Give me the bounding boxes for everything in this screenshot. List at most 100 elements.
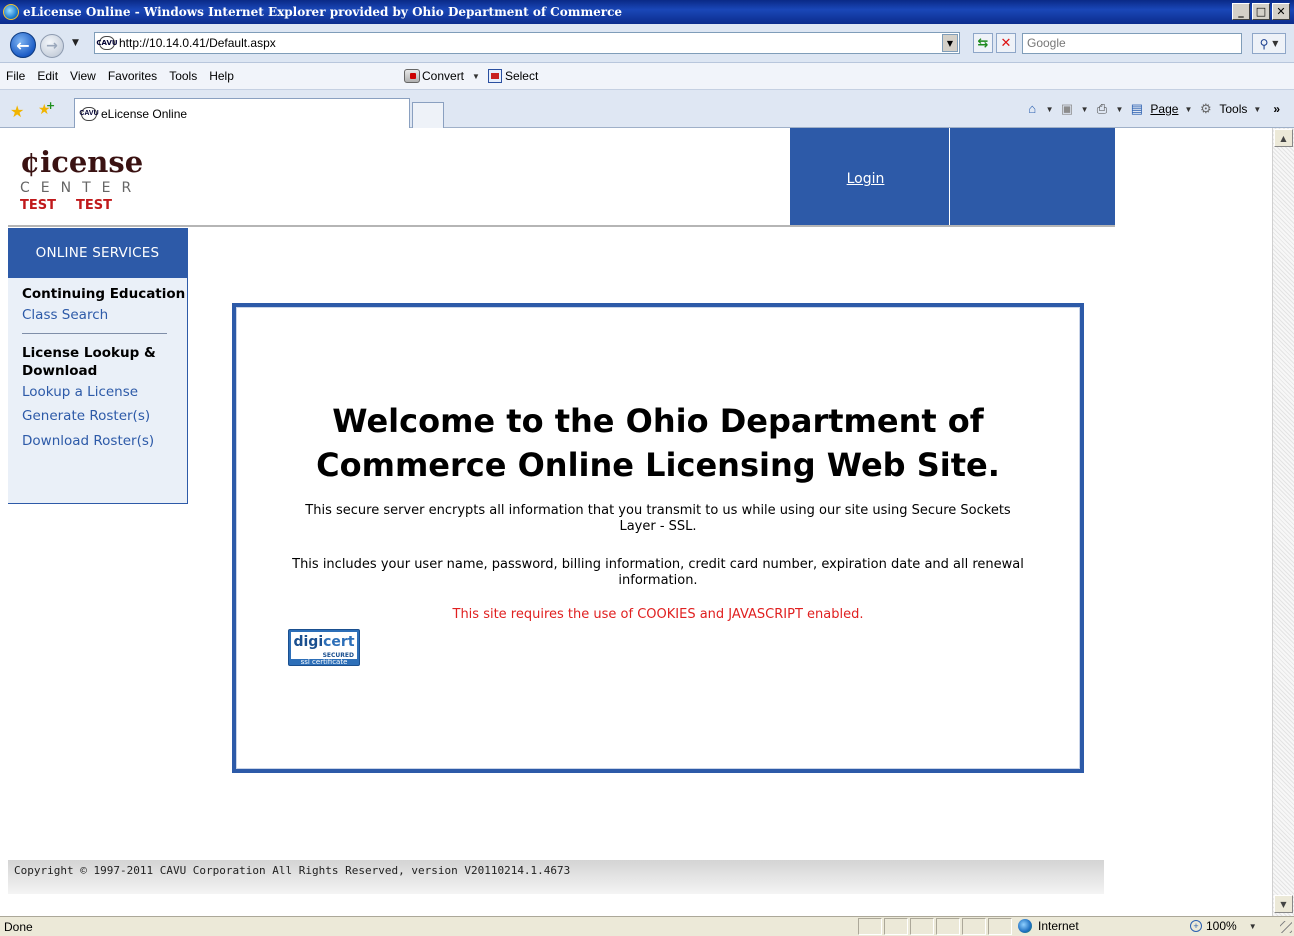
- minimize-button[interactable]: _: [1232, 3, 1250, 20]
- convert-button[interactable]: Convert: [422, 69, 464, 83]
- pdf-select-icon: [487, 69, 502, 83]
- sidebar-section-continuing-education: Continuing Education: [22, 286, 186, 302]
- zoom-control[interactable]: + 100% ▼: [1190, 919, 1257, 933]
- page-menu[interactable]: Page: [1150, 102, 1178, 116]
- status-cell: [884, 918, 908, 935]
- logo-wordmark: ¢icense: [20, 145, 144, 179]
- tab-favicon-icon: CAVU: [79, 106, 99, 121]
- welcome-heading: Welcome to the Ohio Department of Commer…: [316, 402, 1000, 484]
- internet-explorer-icon: [3, 4, 19, 20]
- page-dropdown[interactable]: ▼: [1184, 105, 1192, 114]
- sidebar-item-download-roster[interactable]: Download Roster(s): [8, 429, 187, 454]
- site-favicon-icon: CAVU: [96, 36, 118, 50]
- address-bar[interactable]: CAVU http://10.14.0.41/Default.aspx: [94, 32, 960, 54]
- new-tab-button[interactable]: [412, 102, 444, 128]
- sidebar-divider: [22, 332, 167, 334]
- status-cell: [988, 918, 1012, 935]
- window-title: eLicense Online - Windows Internet Explo…: [23, 5, 623, 19]
- status-cell: [962, 918, 986, 935]
- login-link[interactable]: Login: [790, 171, 941, 187]
- menu-help[interactable]: Help: [209, 69, 234, 83]
- sidebar-item-generate-roster[interactable]: Generate Roster(s): [8, 404, 187, 429]
- scroll-up-button[interactable]: ▲: [1274, 129, 1293, 147]
- window-title-bar: eLicense Online - Windows Internet Explo…: [0, 0, 1294, 24]
- window-controls: _ □ ✕: [1230, 3, 1290, 20]
- copyright-footer: Copyright © 1997-2011 CAVU Corporation A…: [8, 860, 1104, 894]
- cookies-warning: This site requires the use of COOKIES an…: [452, 607, 864, 622]
- logo-test-1: TEST: [20, 198, 56, 213]
- welcome-panel: Welcome to the Ohio Department of Commer…: [232, 303, 1084, 773]
- menu-favorites[interactable]: Favorites: [108, 69, 157, 83]
- zone-label: Internet: [1038, 919, 1079, 933]
- sidebar-item-class-search[interactable]: Class Search: [8, 303, 187, 328]
- logo-test-2: TEST: [75, 198, 112, 213]
- ssl-info-text: This secure server encrypts all informat…: [305, 503, 1011, 534]
- online-services-sidebar: ONLINE SERVICES Continuing Education Cla…: [8, 228, 188, 504]
- convert-dropdown[interactable]: ▼: [472, 72, 480, 81]
- vertical-scrollbar[interactable]: ▲ ▼: [1272, 128, 1294, 916]
- sidebar-item-lookup-license[interactable]: Lookup a License: [8, 380, 187, 405]
- refresh-button[interactable]: ⇆: [973, 33, 993, 53]
- feeds-icon[interactable]: ▣: [1060, 102, 1075, 116]
- status-cell: [910, 918, 934, 935]
- resize-grip[interactable]: [1280, 921, 1292, 933]
- search-options-dropdown[interactable]: ▼: [1272, 39, 1278, 48]
- sidebar-header: ONLINE SERVICES: [8, 228, 187, 278]
- address-url[interactable]: http://10.14.0.41/Default.aspx: [119, 36, 276, 50]
- home-icon[interactable]: ⌂: [1025, 102, 1040, 116]
- address-dropdown-button[interactable]: ▼: [942, 34, 958, 52]
- feeds-dropdown[interactable]: ▼: [1081, 105, 1089, 114]
- print-dropdown[interactable]: ▼: [1116, 105, 1124, 114]
- digicert-wordmark: digi cert: [291, 632, 357, 652]
- print-icon[interactable]: ⎙: [1095, 102, 1110, 116]
- status-cell: [858, 918, 882, 935]
- home-dropdown[interactable]: ▼: [1046, 105, 1054, 114]
- tools-menu[interactable]: Tools: [1219, 102, 1247, 116]
- menu-file[interactable]: File: [6, 69, 25, 83]
- search-input[interactable]: Google: [1022, 33, 1242, 54]
- forward-button[interactable]: →: [40, 34, 64, 58]
- pdf-toolbar: Convert ▼ Select: [404, 69, 538, 83]
- scroll-down-button[interactable]: ▼: [1274, 895, 1293, 913]
- select-button[interactable]: Select: [505, 69, 538, 83]
- gear-icon: ⚙: [1200, 101, 1212, 116]
- logo-test-label: TEST TEST: [20, 198, 170, 213]
- favorites-star-icon[interactable]: ★: [10, 102, 24, 121]
- status-bar: Done Internet + 100% ▼: [0, 916, 1294, 936]
- tab-toolbar: ★ ★ CAVU eLicense Online ⌂ ▼ ▣ ▼ ⎙ ▼ ▤ P…: [0, 90, 1294, 128]
- status-cell: [936, 918, 960, 935]
- back-button[interactable]: ←: [10, 32, 36, 58]
- menu-tools[interactable]: Tools: [169, 69, 197, 83]
- digicert-seal[interactable]: digi cert SECURED ssl certificate: [288, 629, 360, 666]
- close-button[interactable]: ✕: [1272, 3, 1290, 20]
- search-button[interactable]: ⚲ ▼: [1252, 33, 1286, 54]
- sidebar-section-license-lookup: License Lookup & Download: [22, 344, 156, 379]
- chevron-right-icon[interactable]: »: [1273, 102, 1280, 116]
- page-viewport: ¢icense CENTER TEST TEST Login ONLINE SER…: [8, 128, 1272, 916]
- tools-dropdown[interactable]: ▼: [1253, 105, 1261, 114]
- zoom-level: 100%: [1206, 919, 1237, 933]
- add-favorites-icon[interactable]: ★: [38, 99, 55, 118]
- globe-icon: [1018, 919, 1032, 933]
- tab-elicense-online[interactable]: CAVU eLicense Online: [74, 98, 410, 128]
- tab-label: eLicense Online: [101, 106, 188, 121]
- digicert-sub-label: ssl certificate: [300, 658, 348, 666]
- license-center-logo[interactable]: ¢icense CENTER TEST TEST: [20, 146, 170, 213]
- menu-edit[interactable]: Edit: [37, 69, 58, 83]
- menu-view[interactable]: View: [70, 69, 96, 83]
- menu-bar: File Edit View Favorites Tools Help Conv…: [0, 63, 1294, 90]
- maximize-button[interactable]: □: [1252, 3, 1270, 20]
- encryption-info-text: This includes your user name, password, …: [292, 557, 1024, 588]
- pdf-convert-icon: [404, 69, 420, 83]
- logo-center-text: CENTER: [20, 180, 143, 196]
- command-bar: ⌂ ▼ ▣ ▼ ⎙ ▼ ▤ Page ▼ ⚙ Tools ▼ »: [1025, 101, 1280, 117]
- address-toolbar: ← → ▼ CAVU http://10.14.0.41/Default.asp…: [0, 24, 1294, 63]
- header-blue-panel: [949, 128, 1115, 226]
- stop-button[interactable]: ✕: [996, 33, 1016, 53]
- header-divider: [8, 225, 1115, 227]
- zoom-dropdown[interactable]: ▼: [1249, 922, 1257, 931]
- status-text: Done: [4, 920, 33, 934]
- zoom-icon: +: [1190, 920, 1202, 932]
- recent-pages-dropdown[interactable]: ▼: [72, 38, 79, 48]
- security-zone[interactable]: Internet: [1018, 919, 1079, 933]
